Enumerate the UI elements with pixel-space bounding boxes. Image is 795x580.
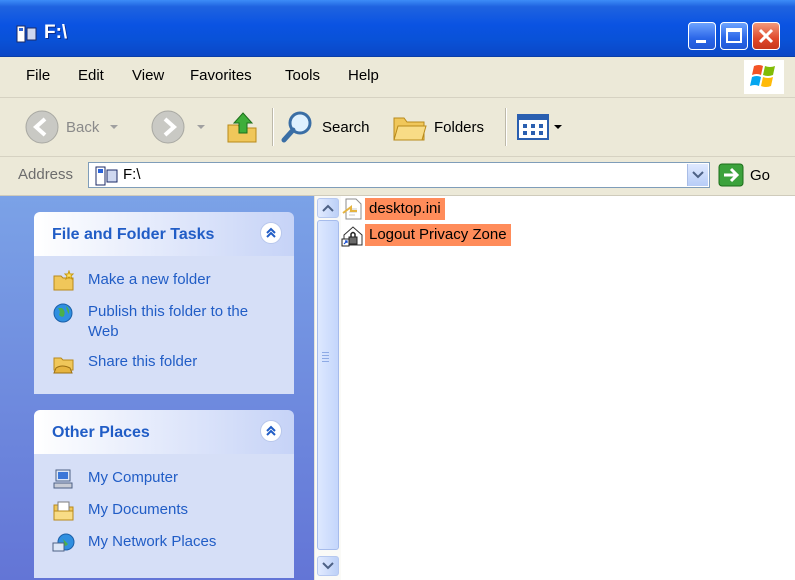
task-make-new-folder[interactable]: Make a new folder: [34, 266, 294, 298]
documents-icon: [53, 501, 74, 521]
file-list: desktop.ini Logout Privacy Zone: [341, 196, 795, 580]
scroll-up-button[interactable]: [317, 198, 339, 218]
toolbar-separator: [505, 108, 507, 146]
back-dropdown-icon: [110, 125, 119, 129]
lock-shortcut-icon: [341, 226, 363, 247]
menu-tools[interactable]: Tools: [285, 67, 320, 84]
task-pane: File and Folder Tasks Make a new folder: [0, 196, 314, 580]
forward-dropdown-icon: [197, 125, 205, 129]
search-icon: [281, 111, 312, 143]
panel-header[interactable]: Other Places: [34, 410, 294, 454]
task-share-folder[interactable]: Share this folder: [34, 348, 294, 380]
globe-icon: [53, 303, 73, 323]
chevron-down-icon: [692, 171, 704, 179]
place-my-network-places[interactable]: My Network Places: [34, 528, 294, 560]
menu-bar: File Edit View Favorites Tools Help: [0, 57, 795, 98]
folders-icon: [393, 117, 427, 141]
menu-help[interactable]: Help: [348, 67, 379, 84]
chevron-down-icon: [322, 562, 334, 570]
toolbar-separator: [272, 108, 274, 146]
chevron-up-icon: [322, 204, 334, 212]
forward-arrow-icon: [151, 110, 185, 144]
file-folder-tasks-panel: File and Folder Tasks Make a new folder: [34, 212, 294, 394]
scroll-grip: [322, 352, 329, 353]
network-icon: [52, 533, 75, 552]
place-label: My Network Places: [88, 533, 217, 550]
collapse-button[interactable]: [260, 222, 282, 244]
computer-icon: [53, 469, 73, 489]
close-icon: [758, 28, 774, 44]
go-arrow-icon: [718, 163, 744, 187]
views-icon: [517, 114, 549, 140]
file-item-desktop-ini[interactable]: desktop.ini: [341, 196, 445, 222]
panel-title: File and Folder Tasks: [52, 226, 215, 243]
ini-file-icon: [342, 198, 362, 220]
toolbar: Back Search Folders: [0, 98, 795, 157]
menu-edit[interactable]: Edit: [78, 67, 104, 84]
search-label: Search: [322, 118, 370, 136]
place-my-computer[interactable]: My Computer: [34, 464, 294, 496]
search-button[interactable]: Search: [280, 98, 370, 156]
go-label: Go: [750, 166, 771, 184]
go-button[interactable]: Go: [718, 163, 770, 187]
menu-file[interactable]: File: [26, 67, 50, 84]
drive-icon: [95, 166, 118, 186]
up-folder-button[interactable]: [226, 98, 260, 156]
address-value: F:\: [123, 166, 141, 183]
folders-label: Folders: [434, 118, 485, 136]
place-my-documents[interactable]: My Documents: [34, 496, 294, 528]
menu-favorites[interactable]: Favorites: [190, 67, 252, 84]
explorer-window: F:\ File Edit View Favorites Tools Help: [0, 0, 795, 580]
maximize-icon: [726, 28, 742, 43]
address-label: Address: [18, 166, 74, 183]
file-name: Logout Privacy Zone: [365, 224, 511, 246]
minimize-button[interactable]: [688, 22, 716, 50]
maximize-button[interactable]: [720, 22, 748, 50]
minimize-icon: [696, 40, 706, 43]
panel-title: Other Places: [52, 424, 150, 441]
task-publish-to-web[interactable]: Publish this folder to the Web: [34, 298, 294, 348]
folders-button[interactable]: Folders: [392, 98, 484, 156]
place-label: My Computer: [88, 469, 179, 486]
views-dropdown-icon: [554, 125, 562, 129]
scroll-down-button[interactable]: [317, 556, 339, 576]
task-label: Share this folder: [88, 353, 198, 370]
drive-icon: [16, 25, 37, 43]
back-button[interactable]: Back: [24, 98, 121, 156]
task-pane-scrollbar[interactable]: [314, 196, 341, 580]
share-folder-icon: [53, 357, 74, 374]
task-label: Publish this folder to the Web: [88, 303, 249, 340]
up-folder-icon: [227, 112, 257, 143]
place-label: My Documents: [88, 501, 189, 518]
title-bar[interactable]: F:\: [0, 0, 795, 57]
double-chevron-up-icon: [266, 425, 276, 436]
collapse-button[interactable]: [260, 420, 282, 442]
windows-logo-icon: [744, 60, 784, 94]
address-input[interactable]: F:\: [88, 162, 710, 188]
task-label: Make a new folder: [88, 271, 211, 288]
double-chevron-up-icon: [266, 227, 276, 238]
menu-view[interactable]: View: [132, 67, 164, 84]
window-title: F:\: [44, 22, 68, 43]
address-bar: Address F:\ Go: [0, 157, 795, 196]
new-folder-icon: [53, 270, 75, 291]
file-name: desktop.ini: [365, 198, 445, 220]
close-button[interactable]: [752, 22, 780, 50]
address-dropdown-button[interactable]: [687, 164, 708, 186]
views-button[interactable]: [516, 98, 564, 156]
back-arrow-icon: [25, 110, 59, 144]
scroll-thumb[interactable]: [317, 220, 339, 550]
file-item-logout-privacy-zone[interactable]: Logout Privacy Zone: [341, 222, 511, 248]
forward-button[interactable]: [150, 98, 208, 156]
other-places-panel: Other Places My Computer My Documents My…: [34, 410, 294, 578]
back-label: Back: [66, 118, 100, 136]
panel-header[interactable]: File and Folder Tasks: [34, 212, 294, 256]
